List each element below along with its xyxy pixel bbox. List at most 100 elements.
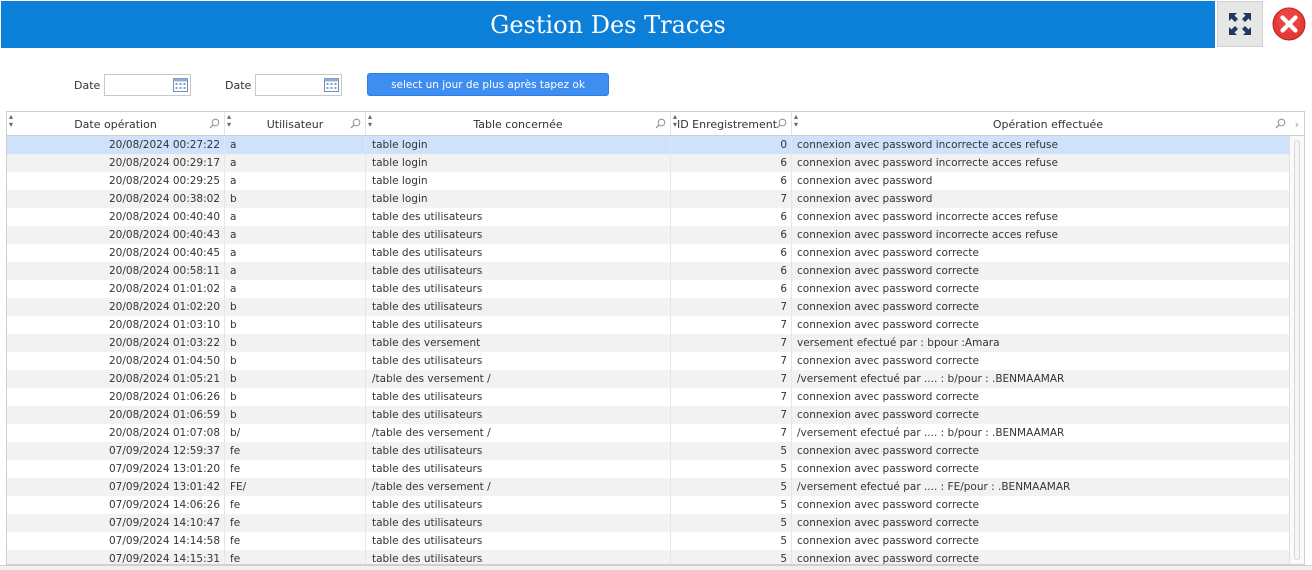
cell-user: b <box>225 190 366 208</box>
cell-table: table des utilisateurs <box>366 514 671 532</box>
cell-user: a <box>225 280 366 298</box>
cell-id: 5 <box>671 460 792 478</box>
cell-table: table login <box>366 154 671 172</box>
cell-id: 7 <box>671 316 792 334</box>
date-from-label: Date <box>74 79 101 92</box>
close-circle-icon <box>1272 7 1306 41</box>
column-header-id[interactable]: ▴ ▾ ID Enregistrement <box>671 112 792 135</box>
cell-user: fe <box>225 514 366 532</box>
scrollbar-thumb[interactable] <box>1294 140 1300 560</box>
column-header-date[interactable]: ▴ ▾ Date opération <box>7 112 225 135</box>
table-row[interactable]: 20/08/2024 00:27:22 a table login 0 connexio… <box>7 136 1289 154</box>
table-row[interactable]: 20/08/2024 01:05:21 b/table des versement… <box>7 370 1289 388</box>
cell-table: table des utilisateurs <box>366 532 671 550</box>
cell-user: b <box>225 352 366 370</box>
calendar-icon[interactable] <box>173 77 188 92</box>
cell-operation: /versement efectué par .... : FE/pour : … <box>797 481 1071 493</box>
table-row[interactable]: 20/08/2024 00:40:45 a table des utilisateu… <box>7 244 1289 262</box>
column-header-utilisateur[interactable]: ▴ ▾ Utilisateur <box>225 112 366 135</box>
table-row[interactable]: 20/08/2024 01:03:22 b table des versement 7… <box>7 334 1289 352</box>
cell-id: 0 <box>671 136 792 154</box>
ok-button[interactable]: select un jour de plus après tapez ok <box>367 73 609 96</box>
cell-id: 6 <box>671 172 792 190</box>
cell-date: 07/09/2024 12:59:37 <box>7 442 225 460</box>
cell-operation: connexion avec password correcte <box>797 535 979 547</box>
cell-date: 20/08/2024 01:04:50 <box>7 352 225 370</box>
cell-user: b <box>225 334 366 352</box>
table-row[interactable]: 20/08/2024 01:03:10 b table des utilisateu… <box>7 316 1289 334</box>
cell-operation: connexion avec password correcte <box>797 391 979 403</box>
cell-user: a <box>225 154 366 172</box>
table-row[interactable]: 07/09/2024 14:14:58 fe table des utilisate… <box>7 532 1289 550</box>
cell-user: b/ <box>225 424 366 442</box>
cell-operation: versement efectué par : bpour :Amara <box>797 337 1000 349</box>
table-row[interactable]: 20/08/2024 01:06:26 b table des utilisateu… <box>7 388 1289 406</box>
cell-id: 7 <box>671 388 792 406</box>
table-row[interactable]: 07/09/2024 12:59:37 fe table des utilisate… <box>7 442 1289 460</box>
cell-date: 20/08/2024 01:03:22 <box>7 334 225 352</box>
cell-table: table des utilisateurs <box>366 442 671 460</box>
search-icon[interactable] <box>776 118 787 129</box>
cell-table: table des versement <box>366 334 671 352</box>
date-from-field[interactable] <box>104 74 191 96</box>
date-to-input[interactable] <box>256 75 324 95</box>
cell-user: fe <box>225 532 366 550</box>
cell-user: a <box>225 226 366 244</box>
cell-operation: connexion avec password incorrecte acces… <box>797 229 1058 241</box>
table-row[interactable]: 20/08/2024 01:06:59 b table des utilisateu… <box>7 406 1289 424</box>
cell-date: 20/08/2024 01:01:02 <box>7 280 225 298</box>
column-header-table[interactable]: ▴ ▾ Table concernée <box>366 112 671 135</box>
table-row[interactable]: 20/08/2024 00:40:43 a table des utilisateu… <box>7 226 1289 244</box>
cell-user: FE/ <box>225 478 366 496</box>
cell-date: 20/08/2024 00:40:45 <box>7 244 225 262</box>
cell-operation: connexion avec password correcte <box>797 463 979 475</box>
cell-user: b <box>225 316 366 334</box>
table-row[interactable]: 20/08/2024 00:29:25 a table login 6 connexio… <box>7 172 1289 190</box>
table-row[interactable]: 20/08/2024 00:29:17 a table login 6 connexio… <box>7 154 1289 172</box>
cell-date: 07/09/2024 14:14:58 <box>7 532 225 550</box>
cell-operation: connexion avec password <box>797 175 933 187</box>
cell-user: a <box>225 172 366 190</box>
table-row[interactable]: 20/08/2024 00:40:40 a table des utilisateu… <box>7 208 1289 226</box>
table-row[interactable]: 20/08/2024 00:58:11 a table des utilisateu… <box>7 262 1289 280</box>
scroll-right-icon[interactable]: › <box>1295 118 1299 131</box>
cell-operation: connexion avec password correcte <box>797 445 979 457</box>
search-icon[interactable] <box>1275 118 1286 129</box>
cell-table: table des utilisateurs <box>366 298 671 316</box>
cell-user: fe <box>225 550 366 564</box>
table-row[interactable]: 07/09/2024 13:01:42 FE//table des verseme… <box>7 478 1289 496</box>
search-icon[interactable] <box>209 118 220 129</box>
date-to-field[interactable] <box>255 74 342 96</box>
cell-id: 7 <box>671 370 792 388</box>
table-row[interactable]: 20/08/2024 01:04:50 b table des utilisateu… <box>7 352 1289 370</box>
cell-table: table login <box>366 190 671 208</box>
vertical-scrollbar[interactable] <box>1289 136 1304 564</box>
cell-table: table des utilisateurs <box>366 244 671 262</box>
cell-operation: connexion avec password <box>797 193 933 205</box>
table-row[interactable]: 20/08/2024 01:01:02 a table des utilisateu… <box>7 280 1289 298</box>
column-header-operation[interactable]: ▴ ▾ Opération effectuée › <box>792 112 1304 135</box>
search-icon[interactable] <box>350 118 361 129</box>
table-row[interactable]: 07/09/2024 13:01:20 fe table des utilisate… <box>7 460 1289 478</box>
table-row[interactable]: 20/08/2024 01:02:20 b table des utilisateu… <box>7 298 1289 316</box>
cell-user: fe <box>225 460 366 478</box>
cell-date: 20/08/2024 00:29:25 <box>7 172 225 190</box>
table-row[interactable]: 07/09/2024 14:10:47 fe table des utilisate… <box>7 514 1289 532</box>
table-row[interactable]: 20/08/2024 01:07:08 b//table des versemen… <box>7 424 1289 442</box>
cell-operation: connexion avec password correcte <box>797 499 979 511</box>
search-icon[interactable] <box>655 118 666 129</box>
table-row[interactable]: 07/09/2024 14:15:31 fe table des utilisate… <box>7 550 1289 564</box>
cell-operation: connexion avec password correcte <box>797 355 979 367</box>
cell-user: a <box>225 262 366 280</box>
date-from-input[interactable] <box>105 75 173 95</box>
cell-date: 20/08/2024 00:40:43 <box>7 226 225 244</box>
expand-button[interactable] <box>1217 1 1263 47</box>
cell-id: 7 <box>671 190 792 208</box>
table-row[interactable]: 07/09/2024 14:06:26 fe table des utilisate… <box>7 496 1289 514</box>
cell-date: 07/09/2024 13:01:20 <box>7 460 225 478</box>
close-button[interactable] <box>1272 7 1306 41</box>
calendar-icon[interactable] <box>324 77 339 92</box>
table-row[interactable]: 20/08/2024 00:38:02 b table login 7 connexio… <box>7 190 1289 208</box>
cell-table: table des utilisateurs <box>366 406 671 424</box>
cell-date: 20/08/2024 00:40:40 <box>7 208 225 226</box>
